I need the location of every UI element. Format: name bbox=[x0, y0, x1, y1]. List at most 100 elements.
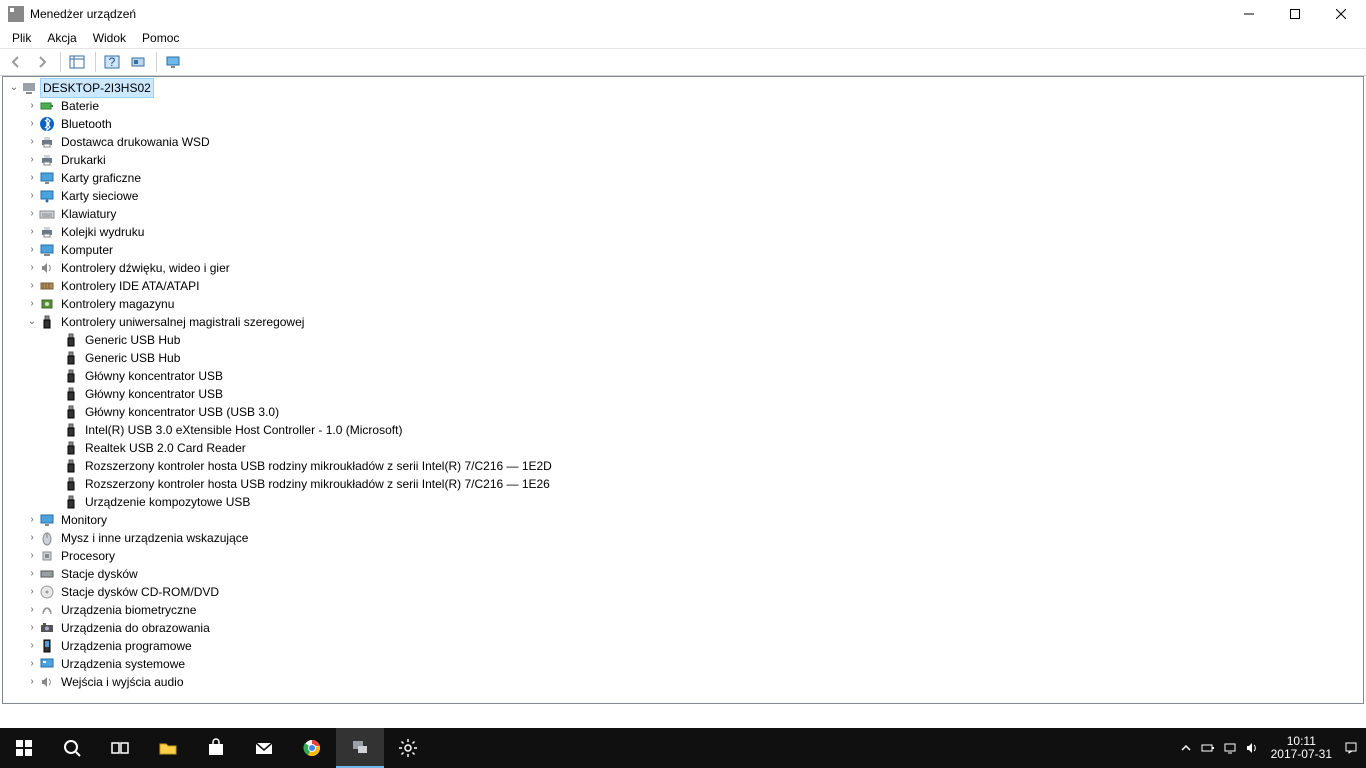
start-button[interactable] bbox=[0, 728, 48, 768]
tree-device[interactable]: Rozszerzony kontroler hosta USB rodziny … bbox=[3, 475, 1363, 493]
tree-category[interactable]: ⌄ Kontrolery uniwersalnej magistrali szer… bbox=[3, 313, 1363, 331]
expander-icon[interactable]: › bbox=[25, 655, 39, 673]
tree-category[interactable]: ›Karty graficzne bbox=[3, 169, 1363, 187]
tree-category[interactable]: ›Kolejki wydruku bbox=[3, 223, 1363, 241]
search-button[interactable] bbox=[48, 728, 96, 768]
tray-expand-icon[interactable] bbox=[1175, 728, 1197, 768]
storage-icon bbox=[39, 296, 55, 312]
tree-device[interactable]: Rozszerzony kontroler hosta USB rodziny … bbox=[3, 457, 1363, 475]
tray-network-icon[interactable] bbox=[1219, 728, 1241, 768]
tree-device[interactable]: Intel(R) USB 3.0 eXtensible Host Control… bbox=[3, 421, 1363, 439]
tree-category[interactable]: ›Urządzenia programowe bbox=[3, 637, 1363, 655]
file-explorer-button[interactable] bbox=[144, 728, 192, 768]
tree-category[interactable]: ›Kontrolery magazynu bbox=[3, 295, 1363, 313]
expander-icon[interactable]: › bbox=[25, 277, 39, 295]
tree-category[interactable]: ›Urządzenia systemowe bbox=[3, 655, 1363, 673]
expander-icon[interactable]: › bbox=[25, 223, 39, 241]
toolbar-monitor-button[interactable] bbox=[161, 51, 185, 73]
tree-device[interactable]: Realtek USB 2.0 Card Reader bbox=[3, 439, 1363, 457]
action-center-icon[interactable] bbox=[1340, 728, 1362, 768]
expander-icon[interactable]: › bbox=[25, 205, 39, 223]
tray-power-icon[interactable] bbox=[1197, 728, 1219, 768]
tree-category[interactable]: ›Kontrolery dźwięku, wideo i gier bbox=[3, 259, 1363, 277]
tree-category[interactable]: › Klawiatury bbox=[3, 205, 1363, 223]
usb-icon bbox=[63, 440, 79, 456]
tree-category[interactable]: ›Drukarki bbox=[3, 151, 1363, 169]
tree-device[interactable]: Generic USB Hub bbox=[3, 331, 1363, 349]
expander-icon[interactable]: ⌄ bbox=[7, 79, 21, 97]
expander-icon[interactable]: › bbox=[25, 547, 39, 565]
expander-icon[interactable]: › bbox=[25, 601, 39, 619]
tray-volume-icon[interactable] bbox=[1241, 728, 1263, 768]
expander-icon[interactable]: › bbox=[25, 619, 39, 637]
toolbar-show-hide-button[interactable] bbox=[65, 51, 89, 73]
imaging-icon bbox=[39, 620, 55, 636]
task-view-button[interactable] bbox=[96, 728, 144, 768]
tree-category[interactable]: ›Stacje dysków CD-ROM/DVD bbox=[3, 583, 1363, 601]
printer-icon bbox=[39, 224, 55, 240]
tree-device[interactable]: Generic USB Hub bbox=[3, 349, 1363, 367]
mail-button[interactable] bbox=[240, 728, 288, 768]
close-button[interactable] bbox=[1318, 0, 1364, 28]
tree-category[interactable]: ›Stacje dysków bbox=[3, 565, 1363, 583]
tree-category-label: Kontrolery uniwersalnej magistrali szere… bbox=[59, 313, 306, 331]
keyboard-icon bbox=[39, 206, 55, 222]
expander-icon[interactable]: ⌄ bbox=[25, 313, 39, 331]
tree-category-label: Klawiatury bbox=[59, 205, 118, 223]
expander-icon[interactable]: › bbox=[25, 151, 39, 169]
expander-icon[interactable]: › bbox=[25, 259, 39, 277]
expander-icon[interactable]: › bbox=[25, 529, 39, 547]
tree-category-label: Baterie bbox=[59, 97, 101, 115]
tree-category[interactable]: › Baterie bbox=[3, 97, 1363, 115]
tree-device[interactable]: Główny koncentrator USB (USB 3.0) bbox=[3, 403, 1363, 421]
usb-icon bbox=[63, 422, 79, 438]
expander-icon[interactable]: › bbox=[25, 565, 39, 583]
tree-category-label: Bluetooth bbox=[59, 115, 114, 133]
device-manager-taskbar-button[interactable] bbox=[336, 728, 384, 768]
taskbar-clock[interactable]: 10:11 2017-07-31 bbox=[1263, 735, 1340, 761]
menu-view[interactable]: Widok bbox=[85, 29, 134, 47]
expander-icon[interactable]: › bbox=[25, 295, 39, 313]
expander-icon[interactable]: › bbox=[25, 97, 39, 115]
tree-category[interactable]: ›Monitory bbox=[3, 511, 1363, 529]
toolbar-scan-hardware-button[interactable] bbox=[126, 51, 150, 73]
menu-help[interactable]: Pomoc bbox=[134, 29, 187, 47]
expander-icon[interactable]: › bbox=[25, 169, 39, 187]
tree-device-label: Intel(R) USB 3.0 eXtensible Host Control… bbox=[83, 421, 404, 439]
expander-icon[interactable]: › bbox=[25, 133, 39, 151]
tree-root[interactable]: ⌄DESKTOP-2I3HS02 bbox=[3, 79, 1363, 97]
expander-icon[interactable]: › bbox=[25, 637, 39, 655]
menu-action[interactable]: Akcja bbox=[39, 29, 84, 47]
toolbar-forward-button[interactable] bbox=[30, 51, 54, 73]
maximize-button[interactable] bbox=[1272, 0, 1318, 28]
tree-category[interactable]: ›Procesory bbox=[3, 547, 1363, 565]
store-button[interactable] bbox=[192, 728, 240, 768]
minimize-button[interactable] bbox=[1226, 0, 1272, 28]
expander-icon[interactable]: › bbox=[25, 583, 39, 601]
expander-icon[interactable]: › bbox=[25, 241, 39, 259]
toolbar-back-button[interactable] bbox=[4, 51, 28, 73]
expander-icon[interactable]: › bbox=[25, 187, 39, 205]
tree-category[interactable]: ›Karty sieciowe bbox=[3, 187, 1363, 205]
menu-file[interactable]: Plik bbox=[4, 29, 39, 47]
tree-category[interactable]: › Bluetooth bbox=[3, 115, 1363, 133]
tree-category[interactable]: ›Urządzenia do obrazowania bbox=[3, 619, 1363, 637]
expander-icon[interactable]: › bbox=[25, 511, 39, 529]
tree-device[interactable]: Główny koncentrator USB bbox=[3, 367, 1363, 385]
tree-category[interactable]: ›Dostawca drukowania WSD bbox=[3, 133, 1363, 151]
toolbar-help-button[interactable]: ? bbox=[100, 51, 124, 73]
settings-button[interactable] bbox=[384, 728, 432, 768]
tree-category[interactable]: ›Wejścia i wyjścia audio bbox=[3, 673, 1363, 691]
tree-category[interactable]: ›Urządzenia biometryczne bbox=[3, 601, 1363, 619]
cpu-icon bbox=[39, 548, 55, 564]
tree-category[interactable]: ›Mysz i inne urządzenia wskazujące bbox=[3, 529, 1363, 547]
device-tree[interactable]: ⌄DESKTOP-2I3HS02›Baterie›Bluetooth›Dosta… bbox=[2, 76, 1364, 704]
tree-device[interactable]: Główny koncentrator USB bbox=[3, 385, 1363, 403]
tree-category[interactable]: ›Komputer bbox=[3, 241, 1363, 259]
tree-category[interactable]: ›Kontrolery IDE ATA/ATAPI bbox=[3, 277, 1363, 295]
expander-icon[interactable]: › bbox=[25, 673, 39, 691]
tree-device[interactable]: Urządzenie kompozytowe USB bbox=[3, 493, 1363, 511]
expander-icon[interactable]: › bbox=[25, 115, 39, 133]
chrome-button[interactable] bbox=[288, 728, 336, 768]
disk-icon bbox=[39, 566, 55, 582]
